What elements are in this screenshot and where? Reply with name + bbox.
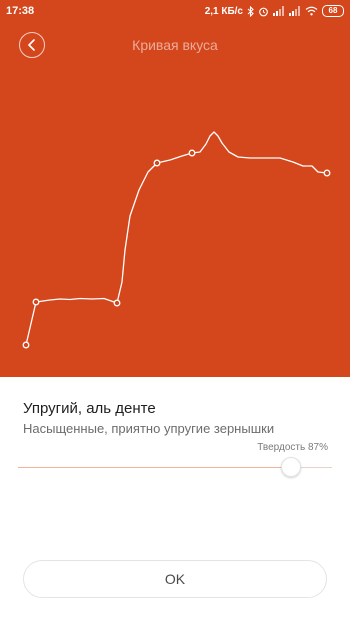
taste-curve-chart bbox=[22, 131, 331, 349]
taste-curve-panel: 17:38 2,1 КБ/с 68 Кривая вкуса bbox=[0, 0, 350, 377]
texture-description: Насыщенные, приятно упругие зернышки bbox=[23, 421, 275, 436]
hardness-label: Твердость 87% bbox=[257, 442, 328, 453]
curve-point bbox=[32, 298, 40, 306]
hardness-slider-thumb[interactable] bbox=[281, 457, 302, 477]
curve-point bbox=[188, 149, 196, 157]
curve-point bbox=[113, 299, 121, 307]
texture-title: Упругий, аль денте bbox=[23, 400, 156, 417]
curve-point bbox=[153, 159, 161, 167]
ok-button[interactable]: OK bbox=[23, 560, 327, 598]
taste-curve-line bbox=[25, 131, 328, 346]
curve-point bbox=[323, 169, 331, 177]
hardness-slider-fill bbox=[18, 467, 292, 468]
curve-point bbox=[22, 341, 30, 349]
